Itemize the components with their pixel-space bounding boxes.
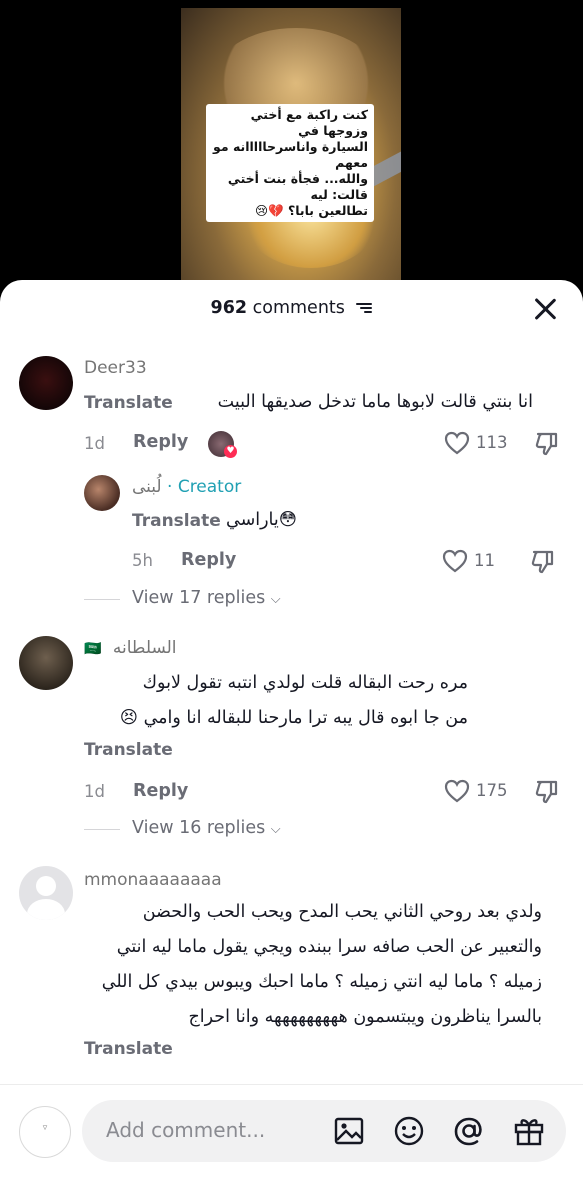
comments-sheet: 962 comments Deer33 انا بنتي قالت لابوها… xyxy=(0,280,583,1199)
caption-line: السيارة واناسرحااااانه مو معهم xyxy=(213,139,368,170)
video-area[interactable]: كنت راكبة مع أختي وزوجها في السيارة وانا… xyxy=(0,0,583,300)
comment-text-line: ولدي بعد روحي الثاني يحب المدح ويحب الحب… xyxy=(142,902,542,922)
comment-text: ولدي بعد روحي الثاني يحب المدح ويحب الحب… xyxy=(84,895,542,1035)
default-avatar-icon xyxy=(27,899,65,920)
translate-link[interactable]: Translate xyxy=(84,393,173,413)
sort-filter-icon[interactable] xyxy=(356,302,373,314)
heart-badge-icon: ♥ xyxy=(224,445,237,458)
comment-count: 962 comments xyxy=(0,298,583,318)
divider xyxy=(84,599,120,600)
video-caption: كنت راكبة مع أختي وزوجها في السيارة وانا… xyxy=(206,104,374,222)
default-avatar-icon xyxy=(36,876,56,896)
comment-username[interactable]: mmonaaaaaaaa xyxy=(84,870,222,890)
divider xyxy=(84,829,120,830)
flag-icon: 🇸🇦 xyxy=(84,641,102,657)
chevron-down-icon: ⌵ xyxy=(270,822,281,837)
close-icon[interactable] xyxy=(532,296,558,322)
chevron-down-icon: ⌵ xyxy=(270,592,281,607)
dislike-icon[interactable] xyxy=(530,549,556,575)
comment-text: انا بنتي قالت لابوها ماما تدخل صديقها ال… xyxy=(217,392,533,412)
comments-header: 962 comments xyxy=(0,280,583,340)
comment-input-placeholder: Add comment... xyxy=(106,1118,266,1142)
avatar[interactable] xyxy=(19,636,73,690)
translate-link[interactable]: Translate xyxy=(84,740,173,760)
creator-badge: · Creator xyxy=(167,477,242,497)
heart-icon xyxy=(442,549,468,573)
avatar[interactable] xyxy=(84,475,120,511)
comment-username[interactable]: لُبنى · Creator xyxy=(132,477,241,497)
translate-link[interactable]: Translate xyxy=(132,511,221,531)
comment-text-line: والتعبير عن الحب صافه سرا ببنده ويجي يقو… xyxy=(116,937,542,957)
comment-text: ياراسي😳 xyxy=(226,510,298,530)
dislike-icon[interactable] xyxy=(534,431,560,457)
like-button[interactable]: 113 xyxy=(444,429,534,459)
gift-icon[interactable] xyxy=(512,1114,546,1148)
comment-composer: ▿ Add comment... xyxy=(0,1084,583,1199)
dislike-icon[interactable] xyxy=(534,779,560,805)
heart-icon xyxy=(444,431,470,455)
comment-text-line: زميله ؟ ماما ليه انتي زميله ؟ ماما احبك … xyxy=(101,972,542,992)
comment-username[interactable]: Deer33 xyxy=(84,358,147,378)
translate-link[interactable]: Translate xyxy=(84,1039,173,1059)
reply-button[interactable]: Reply xyxy=(133,781,188,801)
creator-username[interactable]: لُبنى xyxy=(132,477,162,497)
avatar[interactable] xyxy=(19,866,73,920)
comment-text-line: من جا ابوه قال يبه ترا مارحنا للبقاله ان… xyxy=(119,708,468,728)
comment-count-label: comments xyxy=(252,298,345,318)
reply-button[interactable]: Reply xyxy=(181,550,236,570)
comment-text-line: بالسرا يناظرون ويبتسمون هههههههههه وانا … xyxy=(188,1007,542,1027)
caption-line: والله... فجأة بنت أختي قالت: ليه xyxy=(227,171,368,202)
reply-button[interactable]: Reply xyxy=(133,432,188,452)
mention-icon[interactable] xyxy=(452,1114,486,1148)
image-icon[interactable] xyxy=(332,1114,366,1148)
comment-text-line: مره رحت البقاله قلت لولدي انتبه تقول لاب… xyxy=(142,673,468,693)
caption-line: كنت راكبة مع أختي وزوجها في xyxy=(250,107,368,138)
caption-line: تطالعين بابا؟ 💔😢 xyxy=(255,203,368,218)
comment-time: 1d xyxy=(84,434,105,453)
comment-time: 1d xyxy=(84,782,105,801)
like-count: 11 xyxy=(474,551,495,570)
avatar[interactable] xyxy=(19,356,73,410)
view-replies-label[interactable]: View 16 replies xyxy=(132,818,265,838)
like-count: 175 xyxy=(476,781,508,800)
view-replies-label[interactable]: View 17 replies xyxy=(132,588,265,608)
view-replies-button[interactable]: View 16 replies ⌵ xyxy=(132,818,281,838)
heart-icon xyxy=(444,779,470,803)
avatar-placeholder-icon: ▿ xyxy=(42,1123,48,1133)
view-replies-button[interactable]: View 17 replies ⌵ xyxy=(132,588,281,608)
like-button[interactable]: 175 xyxy=(444,777,534,807)
my-avatar[interactable]: ▿ xyxy=(19,1106,71,1158)
comment-count-number: 962 xyxy=(210,298,248,318)
username-label[interactable]: السلطانه xyxy=(113,638,177,658)
emoji-icon[interactable] xyxy=(392,1114,426,1148)
comment-input[interactable]: Add comment... xyxy=(82,1100,566,1162)
like-button[interactable]: 11 xyxy=(442,547,532,577)
comment-username[interactable]: 🇸🇦 السلطانه xyxy=(84,638,177,658)
like-count: 113 xyxy=(476,433,508,452)
comment-text: مره رحت البقاله قلت لولدي انتبه تقول لاب… xyxy=(84,666,468,736)
comment-time: 5h xyxy=(132,551,153,570)
